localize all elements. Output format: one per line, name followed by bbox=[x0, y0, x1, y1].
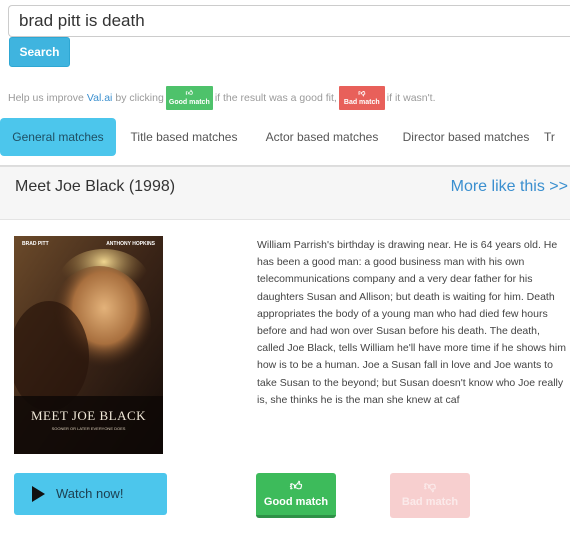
match-tabs: General matches Title based matches Acto… bbox=[0, 118, 570, 166]
movie-title: Meet Joe Black (1998) bbox=[15, 178, 176, 195]
good-match-badge: 👍︎ Good match bbox=[165, 86, 213, 110]
bad-match-badge-label: Bad match bbox=[343, 99, 380, 106]
tab-more[interactable]: Tr bbox=[544, 118, 570, 156]
poster-actor-left: BRAD PITT bbox=[22, 241, 49, 247]
help-suffix: if it wasn't. bbox=[386, 92, 436, 104]
good-match-badge-label: Good match bbox=[168, 99, 210, 106]
thumbs-down-icon: 👎︎ bbox=[358, 90, 366, 97]
good-match-label: Good match bbox=[263, 496, 329, 508]
poster-actor-right: ANTHONY HOPKINS bbox=[106, 241, 155, 247]
poster-tagline: SOONER OR LATER EVERYONE DOES bbox=[51, 426, 126, 431]
result-header: Meet Joe Black (1998) More like this >> bbox=[0, 167, 570, 220]
play-icon bbox=[32, 486, 45, 502]
help-prefix: Help us improve bbox=[8, 92, 84, 104]
movie-synopsis: William Parrish's birthday is drawing ne… bbox=[257, 239, 566, 406]
tab-title-based-matches[interactable]: Title based matches bbox=[122, 118, 246, 156]
thumbs-up-icon: 👍︎ bbox=[185, 90, 193, 97]
help-by-clicking: by clicking bbox=[115, 92, 164, 104]
bad-match-label: Bad match bbox=[401, 496, 459, 508]
good-match-button[interactable]: 👍︎ Good match bbox=[256, 473, 336, 518]
bad-match-badge: 👎︎ Bad match bbox=[338, 86, 385, 110]
bad-match-button[interactable]: 👎︎ Bad match bbox=[390, 473, 470, 518]
help-text: Help us improve Val.ai by clicking 👍︎ Go… bbox=[8, 86, 435, 110]
result-card: Meet Joe Black (1998) More like this >> bbox=[0, 166, 570, 535]
tab-general-matches[interactable]: General matches bbox=[0, 118, 116, 156]
valai-link[interactable]: Val.ai bbox=[87, 92, 113, 104]
search-input[interactable] bbox=[8, 5, 570, 37]
tab-actor-based-matches[interactable]: Actor based matches bbox=[256, 118, 388, 156]
tab-director-based-matches[interactable]: Director based matches bbox=[396, 118, 536, 156]
search-button[interactable]: Search bbox=[9, 37, 70, 67]
movie-poster: BRAD PITT ANTHONY HOPKINS MEET JOE BLACK… bbox=[14, 236, 163, 454]
poster-credits: BRAD PITT ANTHONY HOPKINS bbox=[14, 241, 163, 247]
watch-now-label: Watch now! bbox=[56, 486, 124, 501]
poster-title: MEET JOE BLACK bbox=[30, 408, 147, 423]
more-like-this-link[interactable]: More like this >> bbox=[451, 178, 568, 196]
watch-now-button[interactable]: Watch now! bbox=[14, 473, 167, 515]
thumbs-up-icon: 👍︎ bbox=[289, 479, 303, 493]
help-middle: if the result was a good fit, bbox=[214, 92, 337, 104]
thumbs-down-icon: 👎︎ bbox=[423, 479, 437, 493]
